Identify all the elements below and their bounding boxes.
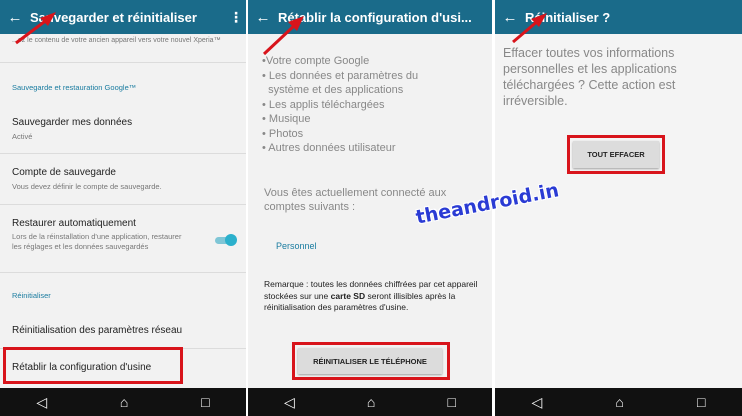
backup-data-status: Activé [12, 132, 33, 141]
nav-back-icon[interactable]: ◁ [532, 395, 543, 409]
list-item: • Photos [262, 127, 304, 140]
annotation-arrow-icon [512, 13, 547, 44]
nav-back-icon[interactable]: ◁ [36, 395, 47, 409]
backup-account-title[interactable]: Compte de sauvegarde [12, 167, 116, 178]
backup-account-subtitle: Vous devez définir le compte de sauvegar… [12, 182, 162, 191]
section-header-reset: Réinitialiser [12, 291, 51, 300]
section-header-google-backup: Sauvegarde et restauration Google™ [12, 83, 137, 92]
highlight-box [3, 347, 183, 384]
screen-title: Réinitialiser ? [525, 9, 611, 25]
system-nav-bar: ◁ ⌂ □ [248, 388, 492, 416]
highlight-box [292, 342, 450, 380]
divider [0, 153, 246, 154]
annotation-arrow-icon [262, 16, 304, 56]
backup-data-title[interactable]: Sauvegarder mes données [12, 117, 132, 128]
auto-restore-title[interactable]: Restaurer automatiquement [12, 218, 136, 229]
settings-screen-backup-reset: ← Sauvegarder et réinitialiser ⋮ ...ez l… [0, 0, 246, 416]
nav-recent-icon[interactable]: □ [201, 395, 209, 409]
list-item: • Autres données utilisateur [262, 142, 396, 154]
nav-back-icon[interactable]: ◁ [284, 395, 295, 409]
note-bold-text: carte SD [330, 290, 366, 301]
list-item: • Musique [262, 113, 311, 125]
toggle-thumb [225, 234, 237, 246]
divider [0, 62, 246, 63]
annotation-arrow-icon [15, 12, 56, 45]
list-item: • Les données et paramètres du [262, 69, 419, 82]
divider [0, 204, 246, 205]
nav-recent-icon[interactable]: □ [697, 395, 705, 409]
divider [0, 272, 246, 273]
confirm-reset-screen: ← Réinitialiser ? Effacer toutes vos inf… [495, 0, 742, 416]
confirmation-message: Effacer toutes vos informations personne… [503, 46, 677, 108]
auto-restore-toggle[interactable] [213, 234, 237, 246]
account-name: Personnel [276, 241, 317, 251]
nav-home-icon[interactable]: ⌂ [367, 395, 375, 409]
nav-recent-icon[interactable]: □ [447, 395, 455, 409]
nav-home-icon[interactable]: ⌂ [615, 395, 623, 409]
list-item: • Les applis téléchargées [262, 98, 385, 111]
sd-card-note: Remarque : toutes les données chiffrées … [264, 279, 479, 314]
system-nav-bar: ◁ ⌂ □ [0, 388, 246, 416]
list-item: système et des applications [262, 84, 404, 96]
highlight-box [567, 135, 665, 174]
screen-title: Rétablir la configuration d'usi... [278, 9, 472, 25]
erased-data-list: •Votre compte Google • Les données et pa… [262, 54, 487, 156]
more-vert-icon[interactable]: ⋮ [226, 9, 246, 26]
system-nav-bar: ◁ ⌂ □ [495, 388, 742, 416]
auto-restore-subtitle: Lors de la réinstallation d'une applicat… [12, 232, 182, 251]
network-reset-item[interactable]: Réinitialisation des paramètres réseau [12, 325, 182, 336]
nav-home-icon[interactable]: ⌂ [120, 395, 128, 409]
